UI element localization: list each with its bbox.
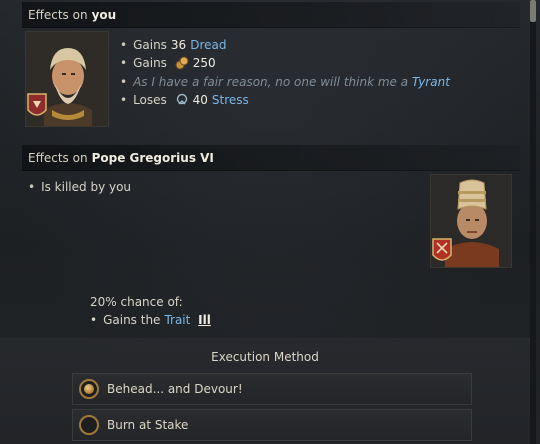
target-portrait[interactable] bbox=[430, 174, 512, 268]
effect-tyrant-note: • As I have a fair reason, no one will th… bbox=[120, 75, 450, 89]
header-prefix: Effects on bbox=[28, 150, 88, 165]
effects-on-target-header: Effects on Pope Gregorius VI bbox=[22, 145, 520, 171]
bullet-icon: • bbox=[28, 180, 36, 194]
option-burn-at-stake[interactable]: Burn at Stake bbox=[72, 409, 472, 441]
header-name[interactable]: Pope Gregorius VI bbox=[92, 151, 214, 165]
bullet-icon: • bbox=[120, 93, 128, 107]
radio-unselected-icon[interactable] bbox=[79, 415, 99, 435]
option-label: Burn at Stake bbox=[107, 418, 189, 432]
radio-selected-icon[interactable] bbox=[79, 379, 99, 399]
effect-value: 40 bbox=[192, 93, 208, 107]
radio-dot bbox=[84, 384, 94, 394]
execution-method-title: Execution Method bbox=[211, 350, 319, 364]
ill-trait-icon[interactable]: Ill bbox=[198, 313, 211, 327]
scrollbar-track[interactable] bbox=[530, 0, 536, 444]
effects-panel: Effects on you • Gains 36 Dread • Gains 250 … bbox=[0, 0, 540, 444]
trait-link[interactable]: Trait bbox=[164, 313, 190, 327]
bullet-icon: • bbox=[120, 38, 128, 52]
effect-gains-gold: • Gains 250 bbox=[120, 56, 216, 70]
coat-of-arms-icon[interactable] bbox=[26, 92, 48, 122]
effect-prefix: Gains bbox=[133, 56, 167, 70]
header-prefix: Effects on bbox=[28, 7, 88, 22]
effect-is-killed: • Is killed by you bbox=[28, 180, 131, 194]
effect-prefix: Gains bbox=[133, 38, 167, 52]
effect-value: 36 bbox=[170, 38, 187, 52]
effect-loses-stress: • Loses 40 Stress bbox=[120, 93, 249, 107]
bullet-icon: • bbox=[120, 75, 128, 89]
effect-text: Is killed by you bbox=[41, 180, 132, 194]
effect-value: 250 bbox=[192, 56, 216, 70]
gold-coin-icon bbox=[175, 56, 189, 70]
effects-on-you-header: Effects on you bbox=[22, 2, 520, 28]
bullet-icon: • bbox=[120, 56, 128, 70]
player-portrait[interactable] bbox=[25, 31, 109, 127]
tyrant-link[interactable]: Tyrant bbox=[412, 75, 450, 89]
bullet-icon: • bbox=[90, 313, 98, 327]
effect-prefix: Loses bbox=[133, 93, 167, 107]
scrollbar-thumb[interactable] bbox=[530, 0, 536, 22]
dread-link[interactable]: Dread bbox=[190, 38, 226, 52]
chance-effect: • Gains the Trait Ill bbox=[90, 313, 211, 327]
chance-text: 20% chance of: bbox=[90, 295, 183, 309]
option-behead-and-devour[interactable]: Behead... and Devour! bbox=[72, 373, 472, 405]
stress-icon bbox=[176, 93, 187, 105]
header-name: you bbox=[91, 7, 117, 22]
effect-gains-dread: • Gains 36 Dread bbox=[120, 38, 226, 52]
coat-of-arms-icon[interactable] bbox=[431, 237, 453, 267]
option-label: Behead... and Devour! bbox=[107, 382, 243, 396]
stress-link[interactable]: Stress bbox=[212, 93, 249, 107]
effect-prefix: Gains the bbox=[103, 313, 161, 327]
tyrant-note-text: As I have a fair reason, no one will thi… bbox=[133, 75, 409, 89]
